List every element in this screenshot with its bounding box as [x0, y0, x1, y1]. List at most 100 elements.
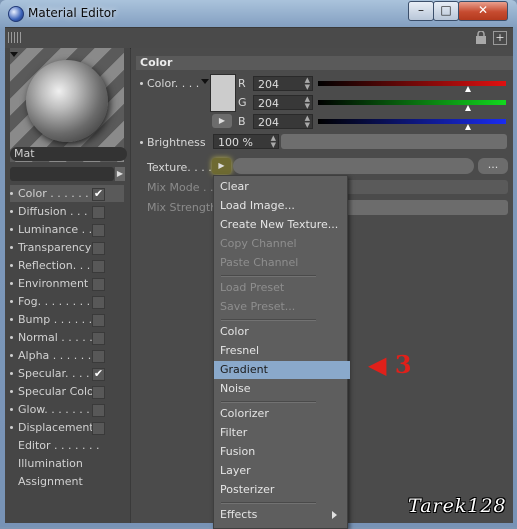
channel-label: Environment — [18, 277, 89, 290]
menu-item-fresnel[interactable]: Fresnel — [219, 342, 344, 360]
material-name[interactable]: Mat — [10, 147, 127, 161]
g-field[interactable]: 204 ▲ ▼ — [253, 95, 313, 110]
channel-item[interactable]: Luminance . . . . — [10, 221, 124, 238]
menu-item-save-preset: Save Preset... — [220, 300, 296, 313]
g-slider[interactable] — [318, 100, 506, 111]
menu-item-create-new-texture[interactable]: Create New Texture... — [219, 216, 344, 234]
add-icon[interactable]: + — [493, 31, 507, 45]
material-arrow-icon[interactable]: ▶ — [115, 167, 125, 181]
channel-item[interactable]: Bump . . . . . . . — [10, 311, 124, 328]
color-anim-dot[interactable] — [140, 82, 143, 85]
title-bar[interactable]: Material Editor – □ ✕ — [0, 0, 517, 28]
close-button[interactable]: ✕ — [458, 1, 508, 21]
channel-item[interactable]: Color . . . . . . ✔ — [10, 185, 124, 202]
b-slider-knob[interactable] — [465, 124, 472, 130]
mix-mode-label: Mix Mode . . — [147, 181, 214, 194]
color-picker-button[interactable]: ▶ — [212, 114, 232, 128]
channel-checkbox[interactable] — [92, 422, 105, 435]
channel-checkbox[interactable]: ✔ — [92, 188, 105, 201]
channel-label: Specular. . . . . — [18, 367, 97, 380]
grip-icon[interactable] — [8, 32, 22, 43]
b-slider[interactable] — [318, 119, 506, 130]
channel-item[interactable]: Diffusion . . . . . — [10, 203, 124, 220]
channel-checkbox[interactable] — [92, 314, 105, 327]
channel-dot — [10, 336, 13, 339]
channel-label: Transparency — [18, 241, 92, 254]
preview-menu-arrow-icon[interactable] — [10, 52, 18, 57]
channel-item[interactable]: Environment — [10, 275, 124, 292]
menu-item-posterizer[interactable]: Posterizer — [219, 481, 344, 499]
menu-item-fusion[interactable]: Fusion — [219, 443, 344, 461]
annotation-marker: ◀ 3 — [368, 350, 412, 379]
menu-item-noise[interactable]: Noise — [219, 380, 344, 398]
channel-item[interactable]: Alpha . . . . . . . — [10, 347, 124, 364]
channel-item[interactable]: Assignment — [10, 473, 124, 490]
channel-item[interactable]: Editor . . . . . . . — [10, 437, 124, 454]
menu-item-colorizer[interactable]: Colorizer — [219, 405, 344, 423]
maximize-button[interactable]: □ — [433, 1, 459, 21]
r-slider[interactable] — [318, 81, 506, 92]
menu-item-gradient[interactable]: Gradient — [214, 361, 350, 379]
channel-item[interactable]: Specular Color — [10, 383, 124, 400]
channel-label: Color . . . . . . — [18, 187, 89, 200]
menu-item-clear[interactable]: Clear — [219, 178, 344, 196]
channel-item[interactable]: Glow. . . . . . . . — [10, 401, 124, 418]
texture-menu-button[interactable]: ▶ — [212, 158, 231, 174]
brightness-field[interactable]: 100 % ▲ ▼ — [213, 134, 279, 149]
texture-field[interactable] — [233, 158, 474, 174]
channel-checkbox[interactable]: ✔ — [92, 368, 105, 381]
channel-item[interactable]: Reflection. . . . . — [10, 257, 124, 274]
channel-checkbox[interactable] — [92, 278, 105, 291]
lock-icon[interactable] — [475, 31, 487, 44]
channel-checkbox[interactable] — [92, 332, 105, 345]
b-value: 204 — [258, 116, 279, 129]
channel-checkbox[interactable] — [92, 404, 105, 417]
channel-label: Bump . . . . . . . — [18, 313, 100, 326]
channel-dot — [10, 426, 13, 429]
channel-checkbox[interactable] — [92, 350, 105, 363]
b-field[interactable]: 204 ▲ ▼ — [253, 114, 313, 129]
channel-item[interactable]: Transparency — [10, 239, 124, 256]
channel-checkbox[interactable] — [92, 242, 105, 255]
material-name-field[interactable] — [10, 167, 114, 181]
menu-separator — [221, 275, 316, 277]
channel-checkbox[interactable] — [92, 260, 105, 273]
menu-item-load-image[interactable]: Load Image... — [219, 197, 344, 215]
channel-dot — [10, 300, 13, 303]
menu-item-color[interactable]: Color — [219, 323, 344, 341]
toolbar: + — [5, 28, 513, 49]
channel-item[interactable]: Fog. . . . . . . . . — [10, 293, 124, 310]
mix-mode-select[interactable] — [345, 180, 508, 194]
channel-checkbox[interactable] — [92, 386, 105, 399]
channel-item[interactable]: Specular. . . . . ✔ — [10, 365, 124, 382]
menu-item-layer[interactable]: Layer — [219, 462, 344, 480]
minimize-button[interactable]: – — [408, 1, 434, 21]
channel-dot — [10, 210, 13, 213]
channel-label: Normal . . . . . . — [18, 331, 100, 344]
channel-label: Glow. . . . . . . . — [18, 403, 97, 416]
texture-browse-button[interactable]: ... — [478, 158, 508, 174]
g-slider-knob[interactable] — [465, 105, 472, 111]
r-slider-knob[interactable] — [465, 86, 472, 92]
g-value: 204 — [258, 97, 279, 110]
channel-item[interactable]: Displacement — [10, 419, 124, 436]
brightness-anim-dot[interactable] — [140, 141, 143, 144]
color-swatch[interactable] — [210, 74, 236, 112]
menu-item-effects[interactable]: Effects — [219, 506, 344, 524]
channel-checkbox[interactable] — [92, 224, 105, 237]
menu-separator — [221, 502, 316, 504]
brightness-slider[interactable] — [281, 134, 507, 149]
mix-strength-slider[interactable] — [345, 200, 508, 215]
menu-item-paste-channel: Paste Channel — [220, 256, 299, 269]
channel-item[interactable]: Illumination — [10, 455, 124, 472]
channel-dot — [10, 246, 13, 249]
channel-item[interactable]: Normal . . . . . . — [10, 329, 124, 346]
menu-separator — [221, 401, 316, 403]
channel-checkbox[interactable] — [92, 296, 105, 309]
color-mode-arrow-icon[interactable] — [201, 79, 209, 84]
submenu-arrow-icon — [332, 511, 337, 519]
g-label: G — [238, 96, 247, 109]
channel-checkbox[interactable] — [92, 206, 105, 219]
menu-item-filter[interactable]: Filter — [219, 424, 344, 442]
r-field[interactable]: 204 ▲ ▼ — [253, 76, 313, 91]
